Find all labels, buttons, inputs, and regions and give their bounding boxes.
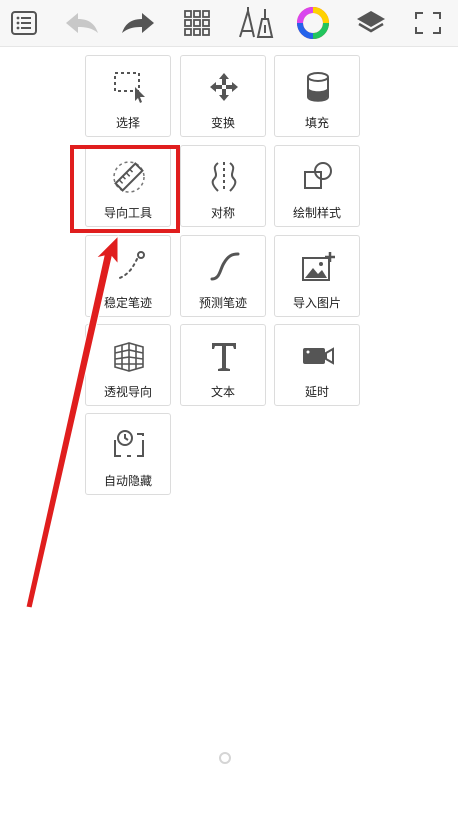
tool-label: 导入图片 [292,296,341,310]
tool-draw-style[interactable]: 绘制样式 [274,145,360,227]
text-icon [181,335,267,377]
tool-import-image[interactable]: 导入图片 [274,235,360,317]
fill-bucket-icon [275,66,361,108]
auto-hide-icon [86,424,172,466]
tool-label: 对称 [210,206,235,220]
tool-guide[interactable]: 导向工具 [85,145,171,227]
tool-timelapse[interactable]: 延时 [274,324,360,406]
tool-perspective[interactable]: 透视导向 [85,324,171,406]
tool-label: 稳定笔迹 [103,296,152,310]
tool-label: 延时 [304,385,329,399]
transform-icon [181,66,267,108]
tool-label: 文本 [210,385,235,399]
tool-label: 预测笔迹 [198,296,247,310]
tool-label: 透视导向 [103,385,152,399]
tool-grid: 选择 变换 填充 导向工具 对称 绘制样式 稳定笔迹 预测笔迹 导入图片 透视导… [0,0,458,820]
tool-label: 自动隐藏 [103,474,152,488]
tool-transform[interactable]: 变换 [180,55,266,137]
loading-spinner [219,752,231,764]
tool-predict[interactable]: 预测笔迹 [180,235,266,317]
draw-style-icon [275,156,361,198]
tool-label: 变换 [210,116,235,130]
tool-select[interactable]: 选择 [85,55,171,137]
tool-stabilizer[interactable]: 稳定笔迹 [85,235,171,317]
tool-fill[interactable]: 填充 [274,55,360,137]
symmetry-icon [181,156,267,198]
import-image-icon [275,246,361,288]
tool-auto-hide[interactable]: 自动隐藏 [85,413,171,495]
tool-label: 导向工具 [103,206,152,220]
selection-icon [86,66,172,108]
ruler-guide-icon [86,156,172,198]
tool-label: 绘制样式 [292,206,341,220]
timelapse-camera-icon [275,335,361,377]
perspective-grid-icon [86,335,172,377]
tool-label: 填充 [304,116,329,130]
stabilizer-icon [86,246,172,288]
tool-label: 选择 [115,116,140,130]
predict-stroke-icon [181,246,267,288]
tool-symmetry[interactable]: 对称 [180,145,266,227]
tool-text[interactable]: 文本 [180,324,266,406]
